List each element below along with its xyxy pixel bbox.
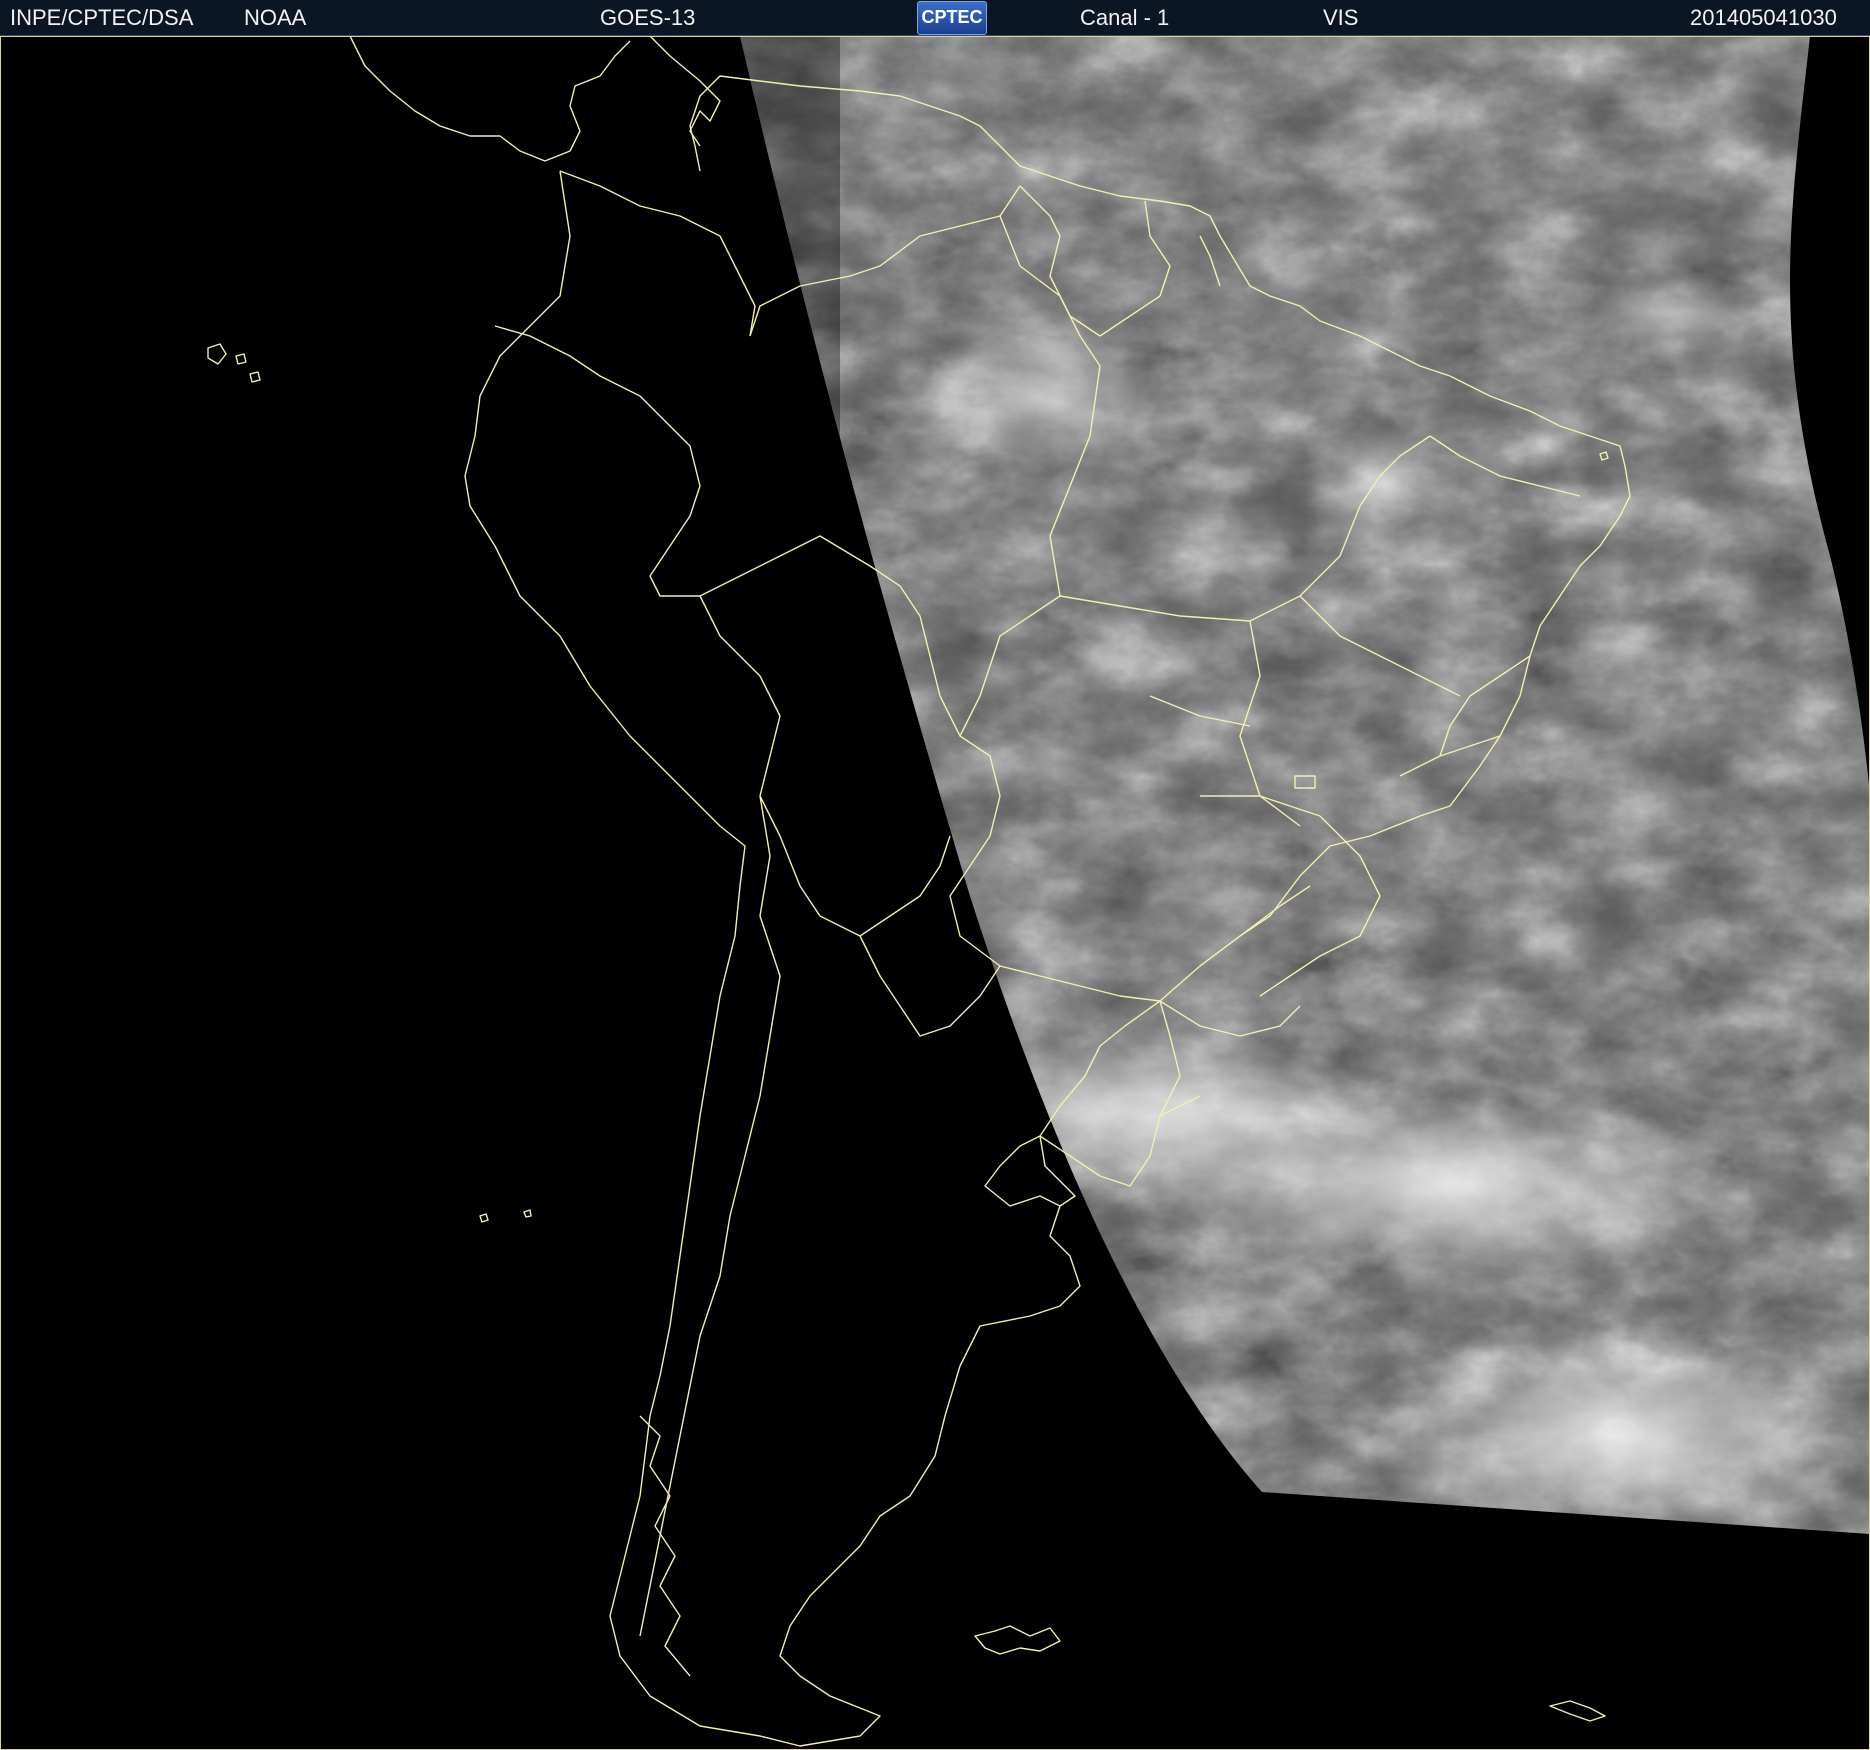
satellite-label: GOES-13 — [600, 5, 696, 30]
colombia-border — [559, 170, 756, 337]
south-georgia — [1549, 1700, 1606, 1722]
galapagos-islands — [207, 343, 261, 383]
chiloe-fjords — [639, 1415, 691, 1677]
cptec-logo: CPTEC — [917, 1, 987, 35]
ecuador-border — [494, 325, 661, 417]
central-america-north — [649, 36, 721, 147]
satellite-image-frame: INPE/CPTEC/DSA NOAA GOES-13 CPTEC Canal … — [0, 0, 1870, 1750]
uruguay-coast-estuary — [984, 1135, 1061, 1207]
satellite-map — [207, 36, 1870, 1747]
agency-label: NOAA — [244, 5, 307, 30]
cloud-imagery — [740, 36, 1870, 1534]
timestamp-label: 201405041030 — [1690, 5, 1837, 30]
juan-fernandez — [479, 1209, 532, 1223]
band-label: VIS — [1323, 5, 1359, 30]
channel-label: Canal - 1 — [1080, 5, 1170, 30]
org-label: INPE/CPTEC/DSA — [10, 5, 194, 30]
header-bar: INPE/CPTEC/DSA NOAA GOES-13 CPTEC Canal … — [0, 0, 1870, 36]
chile-argentina-border — [639, 795, 781, 1637]
central-america-coast — [349, 36, 631, 162]
falkland-islands — [974, 1625, 1061, 1655]
